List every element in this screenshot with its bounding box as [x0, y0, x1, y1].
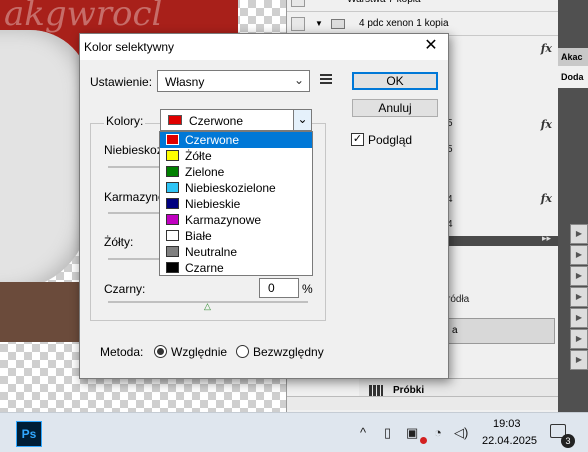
color-option-label: Karmazynowe [185, 213, 262, 227]
play-icon[interactable]: ▶ [570, 287, 588, 307]
dialog-titlebar[interactable]: Kolor selektywny ✕ [80, 34, 448, 60]
color-option-blue[interactable]: Niebieskie [160, 196, 312, 212]
chevron-up-icon[interactable]: ^ [360, 425, 366, 440]
panel-fragment: ródła [447, 294, 470, 305]
volume-icon[interactable]: ◁) [454, 425, 468, 441]
color-swatch [166, 150, 179, 161]
black-value-input[interactable]: 0 [259, 278, 299, 298]
colors-select[interactable]: Czerwone ⌄ [160, 109, 312, 131]
cancel-button[interactable]: Anuluj [352, 99, 438, 117]
color-option-white[interactable]: Białe [160, 228, 312, 244]
wifi-icon[interactable]: ◔ [434, 425, 442, 440]
right-panel-subtab[interactable]: Doda [558, 66, 588, 88]
horizontal-scrollbar[interactable] [287, 396, 559, 410]
collapse-panel-icon[interactable]: ▸▸ [542, 233, 551, 244]
method-label: Metoda: [100, 345, 144, 359]
close-icon[interactable]: ✕ [422, 37, 440, 55]
color-option-cyan[interactable]: Niebieskozielone [160, 180, 312, 196]
clock-time[interactable]: 19:03 [493, 418, 521, 430]
right-panel-tab[interactable]: Akac [558, 48, 588, 66]
color-option-label: Białe [185, 229, 212, 243]
chevron-down-icon[interactable]: ⌄ [293, 110, 311, 130]
status-dot-icon [420, 437, 427, 444]
slider-thumb-icon[interactable]: △ [204, 302, 214, 311]
color-option-label: Neutralne [185, 245, 238, 259]
color-option-label: Czerwone [185, 133, 240, 147]
preview-checkbox[interactable]: ✓ [351, 133, 364, 146]
panel-button-label: a [452, 325, 458, 336]
canvas-watermark: akgwrocl [4, 0, 163, 34]
color-option-label: Zielone [185, 165, 225, 179]
panel-button[interactable]: a [447, 318, 555, 344]
color-swatch [166, 182, 179, 193]
play-icon[interactable]: ▶ [570, 266, 588, 286]
relative-radio-label[interactable]: Względnie [171, 345, 227, 359]
color-swatch [166, 166, 179, 177]
color-swatch [166, 198, 179, 209]
colors-dropdown-list: Czerwone Żółte Zielone Niebieskozielone … [159, 131, 313, 276]
preset-select[interactable]: Własny ⌄ [157, 70, 310, 92]
fx-icon[interactable]: fx [541, 192, 552, 205]
notification-badge: 3 [561, 434, 575, 448]
right-panel-arrows: ▶ ▶ ▶ ▶ ▶ ▶ ▶ [570, 224, 588, 371]
colors-value: Czerwone [189, 114, 244, 128]
clock-date[interactable]: 22.04.2025 [482, 435, 537, 447]
preset-label: Ustawienie: [90, 75, 153, 89]
color-option-label: Niebieskie [185, 197, 241, 211]
colors-swatch [168, 115, 182, 125]
phone-link-icon[interactable]: ▯ [384, 425, 391, 441]
play-icon[interactable]: ▶ [570, 308, 588, 328]
color-option-neutral[interactable]: Neutralne [160, 244, 312, 260]
relative-radio[interactable] [154, 345, 167, 358]
eye-icon[interactable] [291, 17, 305, 31]
color-swatch [166, 230, 179, 241]
colors-label: Kolory: [104, 114, 146, 128]
color-option-magenta[interactable]: Karmazynowe [160, 212, 312, 228]
fx-icon[interactable]: fx [541, 118, 552, 131]
absolute-radio-label[interactable]: Bezwzględny [253, 345, 324, 359]
black-label: Czarny: [104, 282, 146, 296]
yellow-label: Żółty: [104, 235, 134, 249]
play-icon[interactable]: ▶ [570, 329, 588, 349]
layer-name: Warstwa 7 kopia [347, 0, 421, 12]
absolute-radio[interactable] [236, 345, 249, 358]
black-unit: % [302, 282, 313, 296]
ok-button[interactable]: OK [352, 72, 438, 90]
color-option-label: Niebieskozielone [185, 181, 276, 195]
right-panel: Akac Doda ▶ ▶ ▶ ▶ ▶ ▶ ▶ [558, 0, 588, 412]
canvas-car-shape [0, 30, 90, 290]
color-option-red[interactable]: Czerwone [160, 132, 312, 148]
play-icon[interactable]: ▶ [570, 245, 588, 265]
screen-icon[interactable]: ▣ [406, 425, 418, 441]
photoshop-taskbar-button[interactable]: Ps [16, 421, 42, 447]
preset-value: Własny [165, 75, 205, 89]
folder-icon [331, 19, 345, 29]
color-swatch [166, 262, 179, 273]
color-swatch [166, 246, 179, 257]
color-option-green[interactable]: Zielone [160, 164, 312, 180]
taskbar: Ps ^ ▯ ▣ ◔ ◁) 19:03 22.04.2025 3 [0, 412, 588, 452]
fx-icon[interactable]: fx [541, 42, 552, 55]
preset-options-icon[interactable] [320, 72, 334, 86]
color-option-label: Czarne [185, 261, 224, 275]
chevron-down-icon: ⌄ [293, 73, 304, 87]
eye-icon[interactable] [291, 0, 305, 7]
preview-label: Podgląd [368, 133, 413, 147]
color-option-black[interactable]: Czarne [160, 260, 312, 276]
play-icon[interactable]: ▶ [570, 224, 588, 244]
layer-row[interactable]: Warstwa 7 kopia [287, 0, 559, 12]
color-swatch [166, 214, 179, 225]
dialog-title: Kolor selektywny [84, 40, 175, 54]
color-swatch [166, 134, 179, 145]
canvas-floor [0, 282, 80, 342]
color-option-label: Żółte [185, 149, 212, 163]
color-option-yellow[interactable]: Żółte [160, 148, 312, 164]
play-icon[interactable]: ▶ [570, 350, 588, 370]
